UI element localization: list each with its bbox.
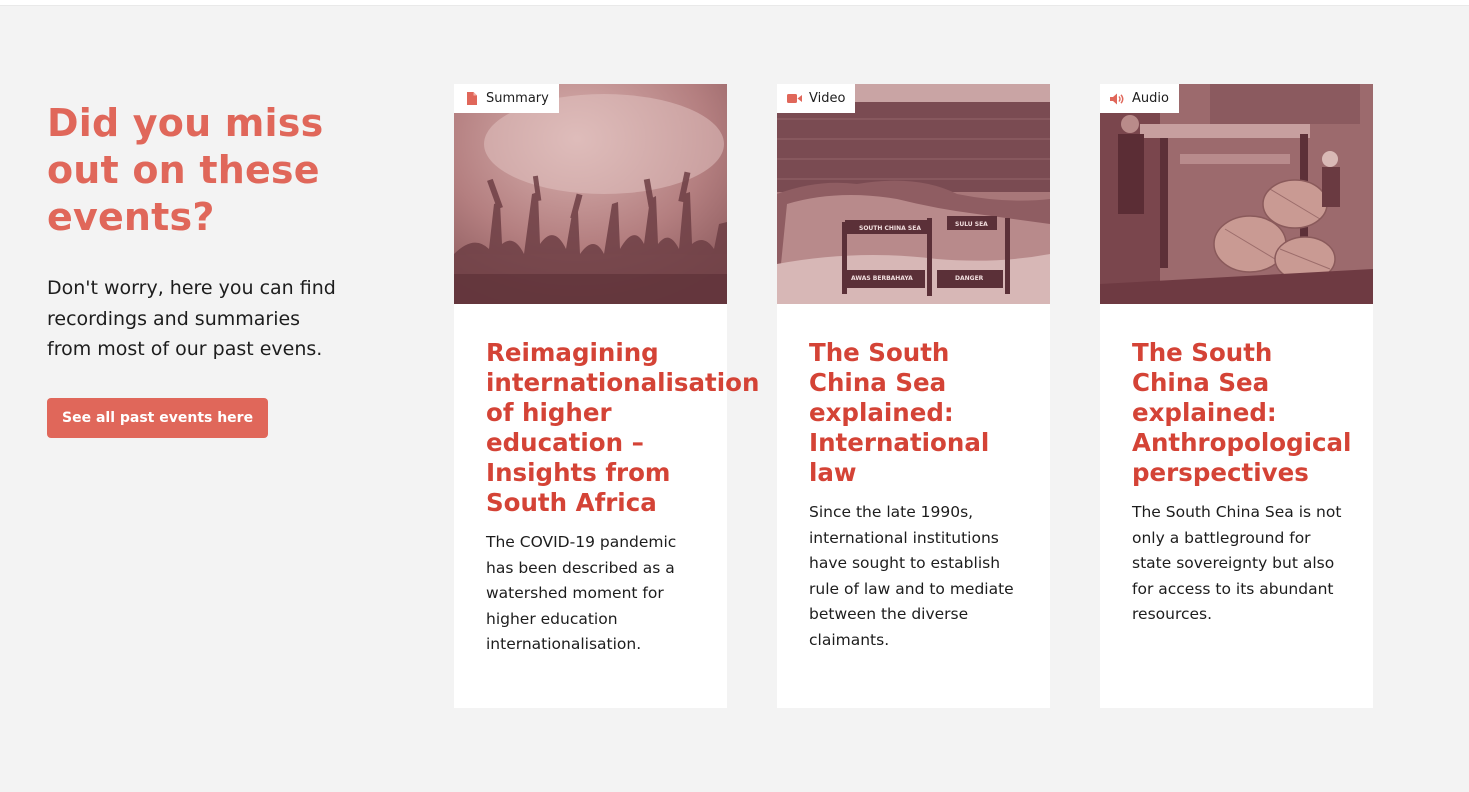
see-all-past-events-button[interactable]: See all past events here [47, 397, 269, 438]
card-title[interactable]: The South China Sea explained: Internati… [809, 338, 1029, 488]
event-image-boat[interactable]: Audio [1100, 84, 1373, 304]
tag-label: Video [809, 91, 846, 106]
video-camera-icon [787, 92, 802, 106]
section-heading: Did you miss out on these events? [47, 101, 324, 239]
intro-section: Did you miss out on these events? Don't … [47, 100, 367, 438]
speaker-icon [1110, 92, 1125, 106]
card-title[interactable]: Reimagining internationalisation of high… [486, 338, 759, 518]
content-type-tag: Video [777, 84, 856, 113]
content-type-tag: Summary [454, 84, 559, 113]
tag-label: Summary [486, 91, 549, 106]
card-description: Since the late 1990s, international inst… [809, 503, 1014, 649]
image-sign-text: SULU SEA [955, 221, 988, 228]
card-title[interactable]: The South China Sea explained: Anthropol… [1132, 338, 1352, 488]
section-description: Don't worry, here you can find recording… [47, 277, 336, 360]
content-type-tag: Audio [1100, 84, 1179, 113]
event-card-audio[interactable]: Audio The South China Sea explained: Ant… [1100, 84, 1373, 708]
card-description: The South China Sea is not only a battle… [1132, 503, 1342, 624]
image-sign-text: AWAS BERBAHAYA [851, 275, 913, 282]
event-image-crowd[interactable]: Summary [454, 84, 727, 304]
event-image-sea[interactable]: SOUTH CHINA SEA SULU SEA AWAS BERBAHAYA … [777, 84, 1050, 304]
tag-label: Audio [1132, 91, 1169, 106]
image-sign-text: SOUTH CHINA SEA [859, 225, 921, 232]
document-icon [464, 92, 479, 106]
event-card-summary[interactable]: Summary Reimagining internationalisation… [454, 84, 759, 708]
top-divider [0, 0, 1469, 6]
card-description: The COVID-19 pandemic has been described… [486, 533, 677, 654]
image-sign-text: DANGER [955, 275, 984, 282]
event-card-video[interactable]: SOUTH CHINA SEA SULU SEA AWAS BERBAHAYA … [777, 84, 1050, 708]
